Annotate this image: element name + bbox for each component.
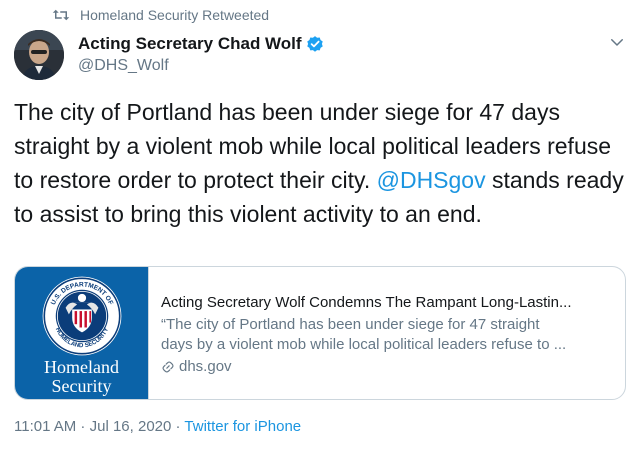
card-domain: dhs.gov [161,357,611,377]
card-description-line2: days by a violent mob while local politi… [161,336,567,353]
handle: @DHS_Wolf [78,57,169,74]
tweet-source-link[interactable]: Twitter for iPhone [184,418,301,435]
card-brand-line1: Homeland [44,357,119,377]
card-domain-text: dhs.gov [179,358,232,375]
meta-separator-2: · [171,418,185,435]
card-image: U.S. DEPARTMENT OF HOMELAND SECURITY Hom… [15,267,148,399]
tweet-meta: 11:01 AM · Jul 16, 2020 · Twitter for iP… [14,418,301,435]
retweet-label: Homeland Security Retweeted [80,7,270,23]
display-name[interactable]: Acting Secretary Chad Wolf [78,34,302,54]
chevron-down-icon[interactable] [608,33,626,51]
card-body: Acting Secretary Wolf Condemns The Rampa… [148,267,625,399]
author-block[interactable]: Acting Secretary Chad Wolf @DHS_Wolf [78,33,324,75]
tweet-text: The city of Portland has been under sieg… [14,95,624,231]
retweet-context[interactable]: Homeland Security Retweeted [52,6,269,24]
card-brand-line2: Security [51,376,112,396]
retweet-icon [52,9,70,21]
link-card[interactable]: U.S. DEPARTMENT OF HOMELAND SECURITY Hom… [14,266,626,400]
avatar[interactable] [14,30,64,80]
mention-link[interactable]: @DHSgov [377,167,486,193]
avatar-photo [14,30,64,80]
meta-separator: · [76,418,90,435]
card-description-line1: “The city of Portland has been under sie… [161,316,540,333]
card-title: Acting Secretary Wolf Condemns The Rampa… [161,294,572,311]
dhs-seal-icon: U.S. DEPARTMENT OF HOMELAND SECURITY [42,276,122,356]
link-icon [162,361,174,373]
card-description: “The city of Portland has been under sie… [161,315,611,355]
verified-badge-icon [306,36,323,52]
tweet-date[interactable]: Jul 16, 2020 [90,418,172,435]
tweet-time[interactable]: 11:01 AM [14,418,76,435]
